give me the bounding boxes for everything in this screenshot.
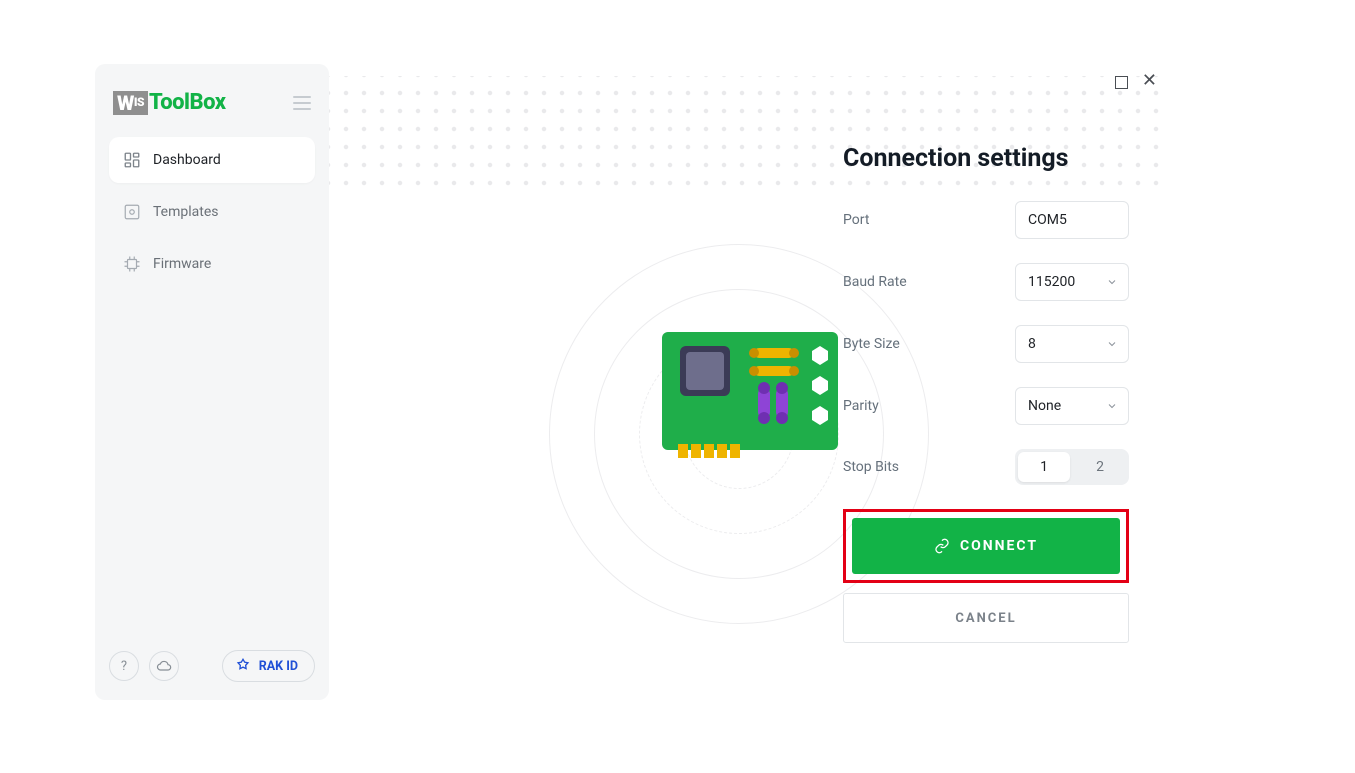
row-port: Port bbox=[843, 201, 1129, 239]
connect-button[interactable]: CONNECT bbox=[852, 518, 1120, 574]
chevron-down-icon bbox=[1106, 276, 1118, 288]
rak-id-button[interactable]: RAK ID bbox=[222, 650, 315, 682]
help-button[interactable]: ? bbox=[109, 651, 139, 681]
connect-label: CONNECT bbox=[960, 538, 1038, 554]
parity-select[interactable]: None bbox=[1015, 387, 1129, 425]
baud-value: 115200 bbox=[1028, 274, 1075, 290]
connect-highlight-wrap: CONNECT bbox=[843, 509, 1129, 583]
bytesize-select[interactable]: 8 bbox=[1015, 325, 1129, 363]
rak-id-label: RAK ID bbox=[259, 659, 298, 674]
close-icon[interactable]: ✕ bbox=[1142, 72, 1157, 90]
app-logo: WIS ToolBox bbox=[113, 90, 226, 115]
cloud-button[interactable] bbox=[149, 651, 179, 681]
stopbits-option-1[interactable]: 1 bbox=[1018, 452, 1070, 482]
row-stopbits: Stop Bits 1 2 bbox=[843, 449, 1129, 485]
sidebar-item-label: Firmware bbox=[153, 256, 211, 272]
maximize-icon[interactable] bbox=[1115, 76, 1128, 89]
nav: Dashboard Templates Firmware bbox=[109, 137, 315, 287]
panel-title: Connection settings bbox=[843, 144, 1129, 173]
chevron-down-icon bbox=[1106, 400, 1118, 412]
sidebar-footer: ? RAK ID bbox=[109, 638, 315, 682]
parity-value: None bbox=[1028, 398, 1061, 414]
row-baud: Baud Rate 115200 bbox=[843, 263, 1129, 301]
help-icon: ? bbox=[121, 659, 127, 674]
sidebar-header: WIS ToolBox bbox=[109, 90, 315, 137]
parity-label: Parity bbox=[843, 398, 879, 414]
window-controls: ✕ bbox=[1115, 72, 1157, 90]
cancel-label: CANCEL bbox=[955, 611, 1016, 626]
hamburger-icon[interactable] bbox=[293, 96, 311, 110]
connection-settings-panel: Connection settings Port Baud Rate 11520… bbox=[843, 144, 1129, 643]
circuit-board-icon bbox=[662, 332, 838, 460]
app-window: WIS ToolBox Dashboard bbox=[95, 64, 1167, 700]
stopbits-toggle: 1 2 bbox=[1015, 449, 1129, 485]
firmware-icon bbox=[123, 255, 141, 273]
bytesize-value: 8 bbox=[1028, 336, 1036, 352]
logo-toolbox: ToolBox bbox=[149, 90, 226, 115]
sidebar-item-label: Dashboard bbox=[153, 152, 221, 168]
sidebar-item-label: Templates bbox=[153, 204, 219, 220]
logo-wis: WIS bbox=[113, 91, 148, 115]
row-parity: Parity None bbox=[843, 387, 1129, 425]
bytesize-label: Byte Size bbox=[843, 336, 900, 352]
sidebar-item-dashboard[interactable]: Dashboard bbox=[109, 137, 315, 183]
port-label: Port bbox=[843, 212, 869, 228]
cancel-button[interactable]: CANCEL bbox=[843, 593, 1129, 643]
sidebar-item-templates[interactable]: Templates bbox=[109, 189, 315, 235]
row-bytesize: Byte Size 8 bbox=[843, 325, 1129, 363]
chevron-down-icon bbox=[1106, 338, 1118, 350]
port-input[interactable] bbox=[1015, 201, 1129, 239]
main-area: ✕ bbox=[329, 64, 1167, 700]
baud-select[interactable]: 115200 bbox=[1015, 263, 1129, 301]
dashboard-icon bbox=[123, 151, 141, 169]
rak-id-icon bbox=[235, 658, 251, 674]
stopbits-label: Stop Bits bbox=[843, 459, 899, 475]
cloud-icon bbox=[156, 658, 172, 674]
stopbits-option-2[interactable]: 2 bbox=[1074, 452, 1126, 482]
link-icon bbox=[934, 538, 950, 554]
sidebar: WIS ToolBox Dashboard bbox=[95, 64, 329, 700]
sidebar-item-firmware[interactable]: Firmware bbox=[109, 241, 315, 287]
baud-label: Baud Rate bbox=[843, 274, 907, 290]
templates-icon bbox=[123, 203, 141, 221]
